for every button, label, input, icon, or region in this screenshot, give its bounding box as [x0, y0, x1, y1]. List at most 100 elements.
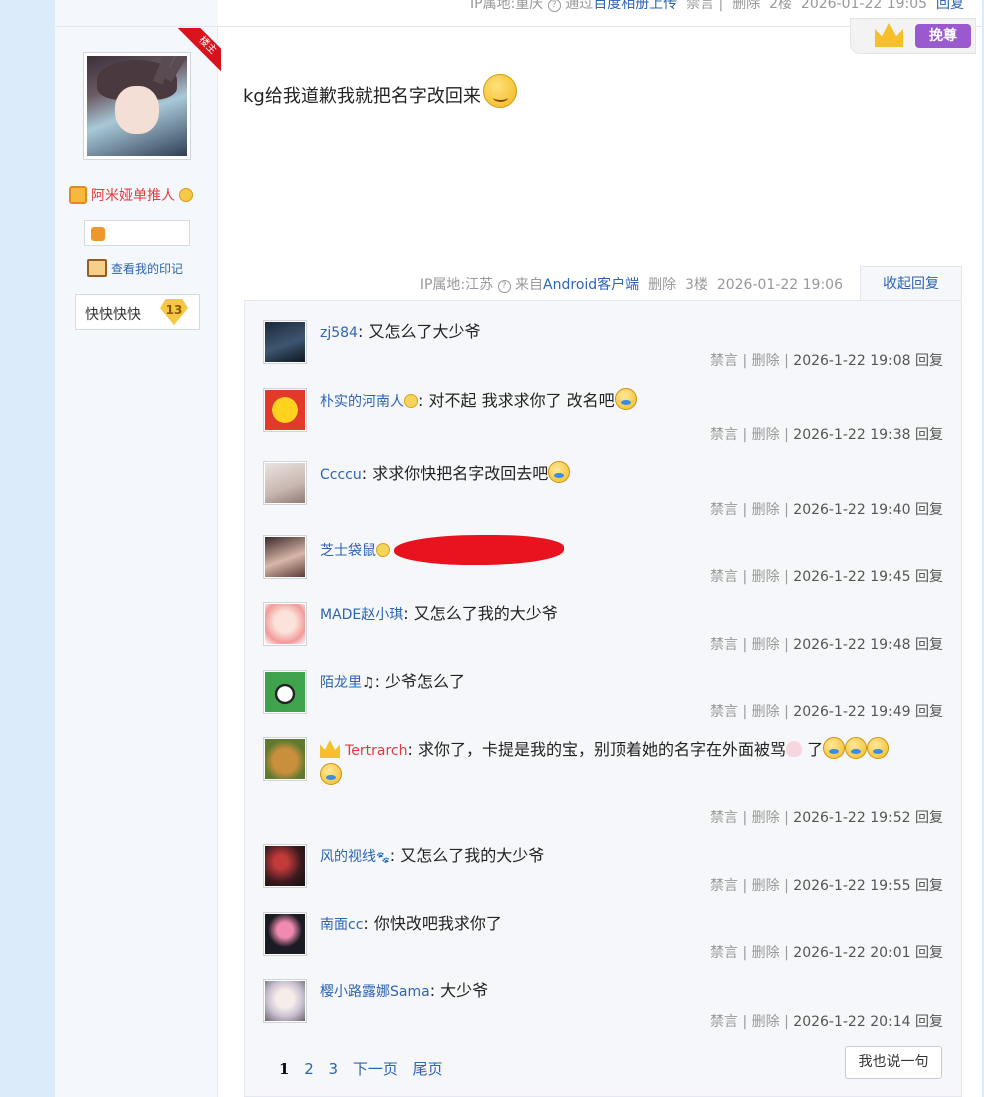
ban-link[interactable]: 禁言 — [686, 0, 714, 12]
reply-username[interactable]: Tertrarch — [345, 743, 407, 759]
reply-datetime: 2026-1-22 19:48 — [793, 637, 911, 653]
list-item: 樱小路露娜Sama: 大少爷 禁言 | 删除 | 2026-1-22 20:14… — [263, 979, 943, 1039]
smiley-icon — [482, 74, 517, 108]
avatar[interactable] — [263, 912, 307, 956]
delete-link[interactable]: 删除 — [752, 427, 780, 443]
delete-link[interactable]: 删除 — [752, 353, 780, 369]
ban-link[interactable]: 禁言 — [710, 502, 738, 518]
crying-emoji-icon — [867, 737, 890, 759]
reply-link[interactable]: 回复 — [915, 945, 943, 961]
delete-link[interactable]: 删除 — [752, 878, 780, 894]
delete-link[interactable]: 删除 — [752, 1014, 780, 1030]
collapse-replies-button[interactable]: 收起回复 — [860, 266, 962, 301]
list-item: 南面cc: 你快改吧我求你了 禁言 | 删除 | 2026-1-22 20:01… — [263, 912, 943, 972]
list-item: Ccccu: 求求你快把名字改回去吧 禁言 | 删除 | 2026-1-22 1… — [263, 461, 943, 521]
list-item: 朴实的河南人: 对不起 我求求你了 改名吧 禁言 | 删除 | 2026-1-2… — [263, 388, 943, 448]
list-item: 风的视线🐾: 又怎么了我的大少爷 禁言 | 删除 | 2026-1-22 19:… — [263, 844, 943, 904]
badge-box[interactable] — [84, 220, 190, 246]
help-icon[interactable]: ? — [547, 0, 561, 12]
ban-link[interactable]: 禁言 — [710, 637, 738, 653]
reply-link[interactable]: 回复 — [915, 810, 943, 826]
say-something-button[interactable]: 我也说一句 — [845, 1046, 942, 1079]
avatar[interactable] — [263, 461, 307, 505]
reply-text: 大少爷 — [440, 981, 489, 1000]
avatar[interactable] — [263, 670, 307, 714]
avatar[interactable] — [263, 844, 307, 888]
reply-link[interactable]: 回复 — [915, 878, 943, 894]
reply-username[interactable]: 朴实的河南人 — [320, 394, 404, 410]
view-mark-link[interactable]: 查看我的印记 — [87, 259, 183, 277]
reply-username[interactable]: zj584 — [320, 325, 358, 341]
reply-link[interactable]: 回复 — [915, 353, 943, 369]
ban-link[interactable]: 禁言 — [710, 878, 738, 894]
forum-level-box[interactable]: 快快快快 13 — [75, 294, 200, 330]
op-ribbon-label: 楼主 — [173, 28, 221, 76]
ban-link[interactable]: 禁言 — [710, 945, 738, 961]
ban-link[interactable]: 禁言 — [710, 569, 738, 585]
author-name-label[interactable]: 阿米娅单推人 — [91, 185, 175, 205]
page-2-link[interactable]: 2 — [304, 1060, 314, 1078]
emoji-icon — [404, 394, 418, 408]
list-item: 芝士袋鼠 禁言 | 删除 | 2026-1-22 19:45 回复 — [263, 535, 943, 595]
last-page-link[interactable]: 尾页 — [413, 1060, 443, 1078]
via-source-link[interactable]: 百度相册上传 — [593, 0, 677, 12]
ban-link[interactable]: 禁言 — [710, 704, 738, 720]
avatar[interactable] — [263, 535, 307, 579]
floor-number: 3楼 — [685, 277, 708, 293]
reply-username[interactable]: 风的视线 — [320, 849, 376, 865]
reply-link[interactable]: 回复 — [915, 427, 943, 443]
delete-link[interactable]: 删除 — [752, 945, 780, 961]
redaction-mark — [394, 535, 564, 565]
help-icon[interactable]: ? — [497, 280, 511, 293]
from-source-link[interactable]: Android客户端 — [543, 277, 639, 293]
cheese-icon — [376, 543, 390, 557]
reply-link[interactable]: 回复 — [915, 1014, 943, 1030]
crying-emoji-icon — [614, 388, 637, 410]
reply-username[interactable]: 南面cc — [320, 917, 363, 933]
ban-link[interactable]: 禁言 — [710, 1014, 738, 1030]
post-datetime: 2026-01-22 19:06 — [716, 277, 843, 293]
avatar[interactable] — [263, 602, 307, 646]
reply-username[interactable]: MADE赵小琪 — [320, 607, 403, 623]
crying-emoji-icon — [548, 461, 571, 483]
pagination: 1 2 3 下一页 尾页 — [279, 1058, 453, 1079]
ban-link[interactable]: 禁言 — [710, 427, 738, 443]
page-3-link[interactable]: 3 — [329, 1060, 339, 1078]
reply-username[interactable]: 樱小路露娜Sama — [320, 984, 430, 1000]
avatar[interactable] — [263, 388, 307, 432]
delete-link[interactable]: 删除 — [732, 0, 760, 12]
reply-datetime: 2026-1-22 19:40 — [793, 502, 911, 518]
reply-link[interactable]: 回复 — [915, 704, 943, 720]
reply-datetime: 2026-1-22 19:38 — [793, 427, 911, 443]
reply-link[interactable]: 回复 — [915, 569, 943, 585]
reply-username[interactable]: 陌龙里 — [320, 675, 362, 691]
post-body: kg给我道歉我就把名字改回来 — [243, 86, 481, 107]
avatar[interactable] — [263, 979, 307, 1023]
badge-icon — [91, 227, 105, 241]
delete-link[interactable]: 删除 — [648, 277, 676, 293]
page: 楼主 阿米娅单推人 查看我的印记 快快快快 13 IP属地:重庆 ? 通过百度相… — [55, 0, 982, 1097]
reply-username[interactable]: Ccccu — [320, 467, 362, 483]
level-badge: 13 — [160, 299, 188, 325]
reply-link[interactable]: 回复 — [915, 502, 943, 518]
support-button[interactable]: 挽尊 — [915, 24, 971, 48]
reply-text: 求求你快把名字改回去吧 — [372, 464, 549, 483]
delete-link[interactable]: 删除 — [752, 569, 780, 585]
delete-link[interactable]: 删除 — [752, 637, 780, 653]
avatar[interactable] — [263, 737, 307, 781]
ban-link[interactable]: 禁言 — [710, 353, 738, 369]
reply-link[interactable]: 回复 — [915, 637, 943, 653]
reply-datetime: 2026-1-22 20:14 — [793, 1014, 911, 1030]
reply-username[interactable]: 芝士袋鼠 — [320, 543, 376, 559]
crown-icon — [320, 740, 340, 758]
next-page-link[interactable]: 下一页 — [353, 1060, 398, 1078]
reply-datetime: 2026-1-22 19:49 — [793, 704, 911, 720]
avatar[interactable] — [263, 320, 307, 364]
reply-link[interactable]: 回复 — [936, 0, 964, 12]
delete-link[interactable]: 删除 — [752, 704, 780, 720]
delete-link[interactable]: 删除 — [752, 810, 780, 826]
page-current: 1 — [279, 1060, 290, 1078]
author-name[interactable]: 阿米娅单推人 — [69, 185, 209, 205]
ban-link[interactable]: 禁言 — [710, 810, 738, 826]
delete-link[interactable]: 删除 — [752, 502, 780, 518]
